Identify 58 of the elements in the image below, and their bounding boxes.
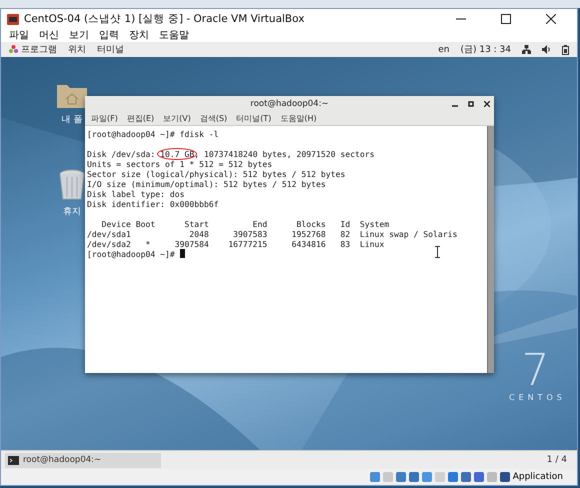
host-key-label: Application <box>512 472 563 482</box>
apps-icon <box>9 45 18 54</box>
terminal-line: Disk label type: dos <box>87 189 184 199</box>
close-button[interactable] <box>484 100 490 106</box>
terminal-line: /dev/sda1 2048 3907583 1952768 82 Linux swap / Solaris <box>87 229 458 239</box>
terminal-line: Units = sectors of 1 * 512 = 512 bytes <box>87 159 272 169</box>
desktop-icon-label: 내 폴 <box>62 114 82 126</box>
terminal-prompt: [root@hadoop04 ~]# <box>87 249 176 259</box>
app-icon <box>7 14 19 24</box>
terminal-line: Sector size (logical/physical): 512 bytes / 512 bytes <box>87 169 346 179</box>
menu-item[interactable]: 보기(V) <box>163 112 191 124</box>
device-icon[interactable] <box>500 472 510 482</box>
menu-item[interactable]: 편집(E) <box>126 112 154 124</box>
clock[interactable]: (금) 13 : 34 <box>460 43 511 56</box>
window-title: CentOS-04 (스냅샷 1) [실행 중] - Oracle VM VirtualBox <box>24 12 304 26</box>
menu-item[interactable]: 도움말(H) <box>280 112 317 124</box>
menu-item[interactable]: 위치 <box>68 43 86 56</box>
logo-name: CENTOS <box>508 393 566 402</box>
trash-icon[interactable] <box>58 169 86 201</box>
language-indicator[interactable]: en <box>438 44 450 54</box>
menu-item[interactable]: 입력 <box>99 28 119 42</box>
menu-item[interactable]: 머신 <box>39 28 59 42</box>
volume-icon[interactable] <box>542 45 551 54</box>
menu-item[interactable]: 터미널(T) <box>236 112 272 124</box>
terminal-title: root@hadoop04:~ <box>250 98 329 108</box>
menu-item[interactable]: 프로그램 <box>21 43 57 56</box>
workspace-indicator[interactable]: 1 / 4 <box>540 455 573 465</box>
maximize-button[interactable] <box>501 14 511 24</box>
close-button[interactable] <box>546 14 556 24</box>
text-cursor <box>180 249 185 258</box>
terminal-line: Disk identifier: 0x000bbb6f <box>87 199 219 209</box>
menu-item[interactable]: 파일(F) <box>91 112 118 124</box>
text-cursor-icon <box>435 246 440 258</box>
taskbar-button[interactable]: root@hadoop04:~ <box>5 452 162 468</box>
device-icon[interactable] <box>448 472 458 482</box>
desktop-icon-label: 휴지 <box>63 206 81 218</box>
device-icon[interactable] <box>396 472 406 482</box>
menu-item[interactable]: 도움말 <box>159 28 189 42</box>
terminal-icon <box>8 456 19 464</box>
terminal-line: /dev/sda2 * 3907584 16777215 6434816 83 Linux <box>87 239 384 249</box>
terminal-line: Device Boot Start End Blocks Id System <box>100 219 390 229</box>
battery-icon[interactable] <box>562 44 569 54</box>
terminal-line: I/O size (minimum/optimal): 512 bytes / 512 bytes <box>87 179 326 189</box>
terminal-line: Disk /dev/sda: 10.7 GB, 10737418240 bytes, 20971520 sectors <box>87 149 375 159</box>
menu-item[interactable]: 검색(S) <box>200 112 228 124</box>
logo-number: 7 <box>521 349 550 393</box>
device-icon[interactable] <box>408 472 419 482</box>
menu-item[interactable]: 파일 <box>9 28 29 42</box>
device-icon[interactable] <box>474 472 484 482</box>
network-icon[interactable] <box>522 45 531 54</box>
menu-item[interactable]: 터미널 <box>97 43 124 56</box>
device-icon[interactable] <box>370 472 380 482</box>
device-icon[interactable] <box>460 472 471 482</box>
menu-item[interactable]: 장치 <box>129 28 149 42</box>
terminal-line: [root@hadoop04 ~]# fdisk -l <box>87 129 219 139</box>
maximize-button[interactable] <box>468 100 474 106</box>
scrollbar[interactable] <box>487 126 494 373</box>
menu-item[interactable]: 보기 <box>69 28 89 42</box>
